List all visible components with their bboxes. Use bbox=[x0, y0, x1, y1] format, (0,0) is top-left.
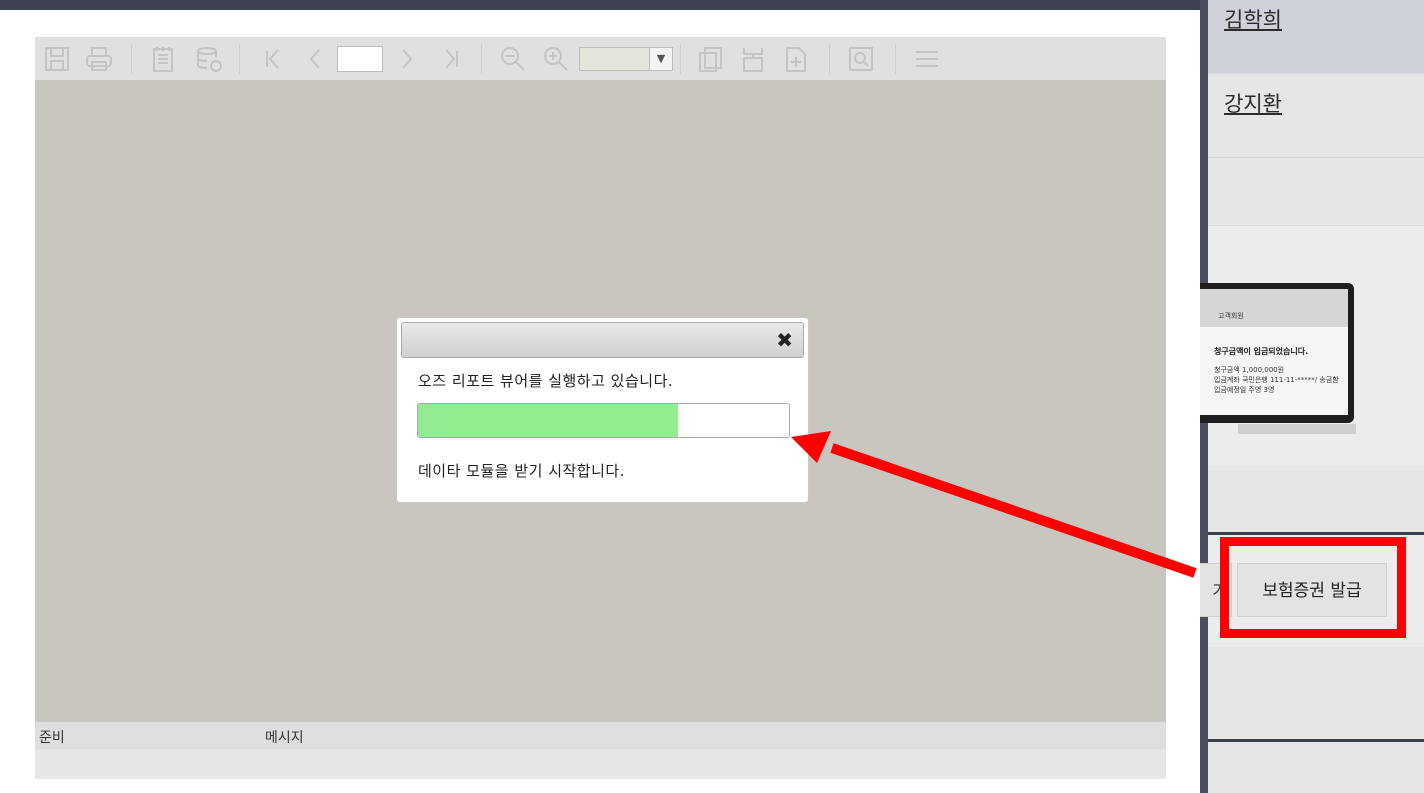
export-icon[interactable] bbox=[145, 42, 181, 76]
zoom-select[interactable]: ▼ bbox=[579, 47, 673, 71]
dialog-sub-message: 데이타 모듈을 받기 시작합니다. bbox=[418, 462, 625, 480]
save-icon[interactable] bbox=[39, 42, 75, 76]
lower-area bbox=[1208, 647, 1424, 793]
page-number-input[interactable] bbox=[337, 46, 383, 72]
page-setup-icon[interactable] bbox=[693, 42, 729, 76]
prev-page-icon[interactable] bbox=[297, 42, 333, 76]
page-add-icon[interactable] bbox=[778, 42, 814, 76]
list-item: 김학희 bbox=[1208, 0, 1424, 73]
zoom-out-icon[interactable] bbox=[495, 42, 531, 76]
name-link-1[interactable]: 김학희 bbox=[1224, 4, 1282, 34]
progress-bar bbox=[417, 403, 790, 438]
status-message-area bbox=[35, 749, 1166, 779]
promo-banner: 고객회원 청구금액이 입금되었습니다. 청구금액 1,000,000원 입금계좌… bbox=[1200, 225, 1424, 466]
background-page: 김학희 강지환 고객회원 청구금액이 입금되었습니다. 청구금액 1,000,0… bbox=[1200, 0, 1424, 793]
next-page-icon[interactable] bbox=[389, 42, 425, 76]
first-page-icon[interactable] bbox=[255, 42, 291, 76]
zoom-in-icon[interactable] bbox=[538, 42, 574, 76]
dialog-message: 오즈 리포트 뷰어를 실행하고 있습니다. bbox=[418, 372, 674, 390]
toolbar-separator bbox=[481, 44, 482, 74]
toolbar-separator bbox=[131, 44, 132, 74]
promo-line-3: 입금예정일 주영 3영 bbox=[1214, 386, 1275, 394]
menu-icon[interactable] bbox=[909, 42, 945, 76]
progress-fill bbox=[418, 404, 678, 437]
divider bbox=[1208, 739, 1424, 742]
promo-line-2: 입금계좌 국민은행 111-11-*****/ 송금함 bbox=[1214, 376, 1339, 384]
toolbar-separator bbox=[895, 44, 896, 74]
loading-dialog: ✖ 오즈 리포트 뷰어를 실행하고 있습니다. 데이타 모듈을 받기 시작합니다… bbox=[396, 317, 809, 503]
status-ready: 준비 bbox=[39, 730, 65, 746]
print-icon[interactable] bbox=[81, 42, 117, 76]
toolbar-separator bbox=[829, 44, 830, 74]
status-bar: 준비 메시지 bbox=[35, 721, 1166, 750]
close-icon[interactable]: ✖ bbox=[776, 330, 793, 350]
toolbar-separator bbox=[239, 44, 240, 74]
name-link-2[interactable]: 강지환 bbox=[1224, 88, 1282, 118]
toolbar-separator bbox=[680, 44, 681, 74]
list-item: 강지환 bbox=[1208, 73, 1424, 158]
monitor-stand bbox=[1238, 424, 1356, 434]
last-page-icon[interactable] bbox=[433, 42, 469, 76]
status-message: 메시지 bbox=[265, 730, 304, 746]
promo-line-1: 청구금액 1,000,000원 bbox=[1214, 366, 1285, 374]
viewer-toolbar: ▼ bbox=[35, 37, 1166, 80]
promo-header: 고객회원 bbox=[1218, 312, 1244, 320]
chevron-down-icon: ▼ bbox=[649, 48, 672, 70]
page-layout-icon[interactable] bbox=[735, 42, 771, 76]
db-save-icon[interactable] bbox=[191, 42, 227, 76]
promo-headline: 청구금액이 입금되었습니다. bbox=[1214, 347, 1309, 356]
monitor-image: 고객회원 청구금액이 입금되었습니다. 청구금액 1,000,000원 입금계좌… bbox=[1200, 283, 1354, 423]
highlight-box bbox=[1220, 537, 1406, 638]
dialog-titlebar[interactable]: ✖ bbox=[401, 322, 804, 358]
find-icon[interactable] bbox=[843, 42, 879, 76]
